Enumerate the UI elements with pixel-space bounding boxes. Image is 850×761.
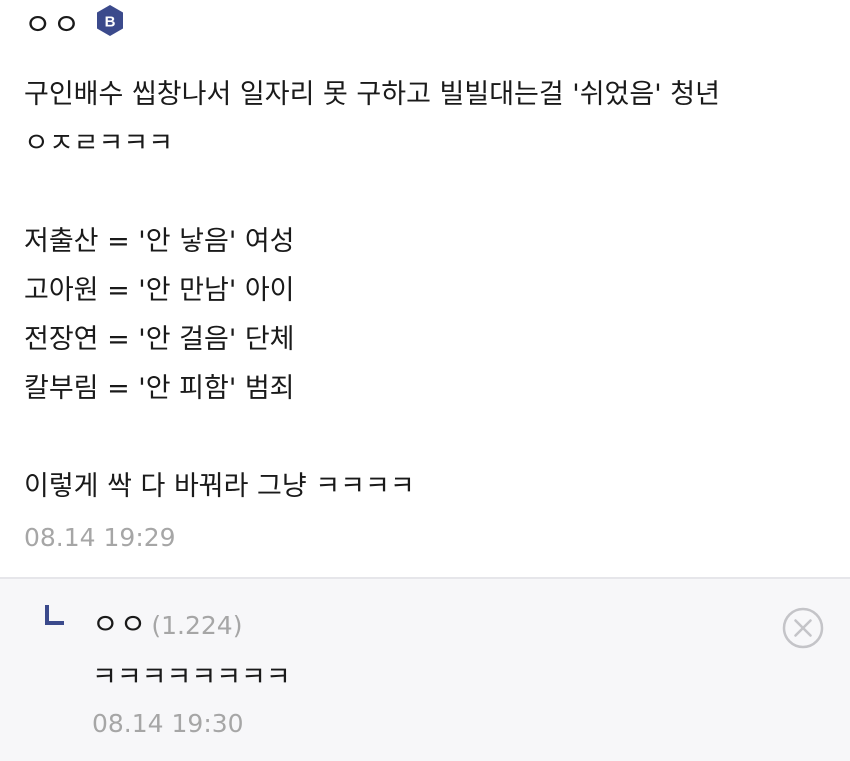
reply-score: (1.224) <box>151 611 243 640</box>
comment-author[interactable]: ㅇㅇ <box>24 0 81 44</box>
reply: ㅇㅇ (1.224) ㅋㅋㅋㅋㅋㅋㅋㅋ 08.14 19:30 <box>0 577 850 761</box>
reply-author[interactable]: ㅇㅇ <box>92 601 147 643</box>
comment-blank-line <box>24 413 839 462</box>
comment-header: ㅇㅇ B <box>24 4 125 43</box>
comment-line: 전장연 = '안 걸음' 단체 <box>24 324 295 355</box>
comment-line: 고아원 = '안 만남' 아이 <box>24 275 295 306</box>
comment-line: ㅇㅈㄹㅋㅋㅋ <box>24 128 174 159</box>
comment-body: 구인배수 씹창나서 일자리 못 구하고 빌빌대는걸 '쉬었음' 청년 ㅇㅈㄹㅋㅋ… <box>24 70 839 511</box>
comment-line: 저출산 = '안 낳음' 여성 <box>24 226 295 257</box>
comment-timestamp: 08.14 19:29 <box>24 523 176 552</box>
reply-text: ㅋㅋㅋㅋㅋㅋㅋㅋ <box>92 662 291 693</box>
reply-header: ㅇㅇ (1.224) <box>92 601 242 643</box>
badge-letter: B <box>105 13 116 30</box>
comment-line: 칼부림 = '안 피함' 범죄 <box>24 373 295 404</box>
comment-line: 이렇게 싹 다 바꿔라 그냥 ㅋㅋㅋㅋ <box>24 471 415 502</box>
comment: ㅇㅇ B 구인배수 씹창나서 일자리 못 구하고 빌빌대는걸 '쉬었음' 청년 … <box>0 0 850 577</box>
close-circle-icon[interactable] <box>782 607 824 649</box>
reply-timestamp: 08.14 19:30 <box>92 709 244 738</box>
comment-blank-line <box>24 168 839 217</box>
comment-line: 구인배수 씹창나서 일자리 못 구하고 빌빌대는걸 '쉬었음' 청년 <box>24 79 720 110</box>
reply-arrow-icon <box>44 604 65 627</box>
hexagon-badge-icon: B <box>95 4 125 37</box>
